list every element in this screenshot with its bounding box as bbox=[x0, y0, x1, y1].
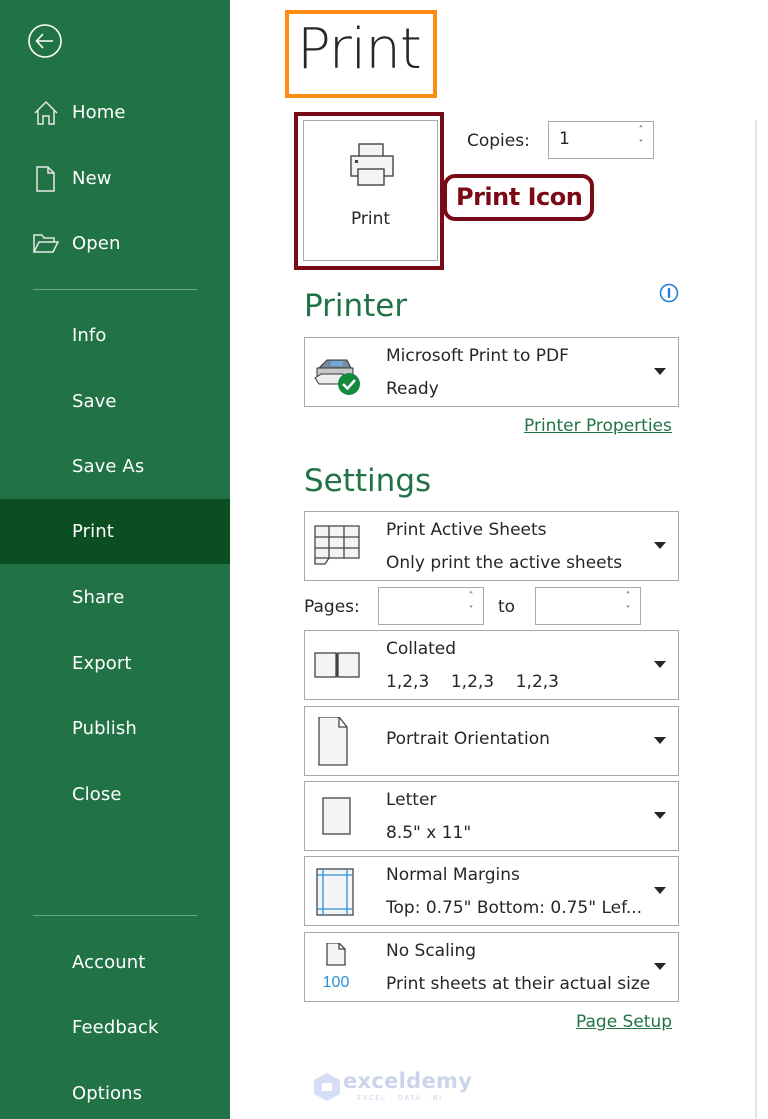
dropdown-caret-icon bbox=[654, 963, 666, 970]
folder-open-icon bbox=[32, 230, 60, 258]
collation-title: Collated bbox=[386, 639, 457, 659]
page-title: Print bbox=[297, 17, 422, 82]
annotation-text: Print Icon bbox=[456, 183, 583, 211]
backstage-sidebar: Home New Open Info Save Save As Print Sh… bbox=[0, 0, 230, 1119]
margins-title: Normal Margins bbox=[386, 865, 520, 885]
sidebar-item-feedback[interactable]: Feedback bbox=[0, 995, 230, 1060]
printer-name: Microsoft Print to PDF bbox=[386, 346, 569, 366]
copies-stepper[interactable]: 1 ˄ ˅ bbox=[548, 121, 654, 159]
collation-dropdown[interactable]: Collated 1,2,3 1,2,3 1,2,3 bbox=[304, 630, 679, 700]
no-scaling-icon: 100 bbox=[323, 943, 350, 991]
print-button-label: Print bbox=[350, 209, 391, 229]
stepper-arrows-icon[interactable]: ˄ ˅ bbox=[635, 124, 647, 152]
info-icon[interactable] bbox=[659, 283, 679, 303]
scaling-subtitle: Print sheets at their actual size bbox=[386, 974, 651, 994]
printer-properties-link[interactable]: Printer Properties bbox=[524, 416, 672, 436]
sidebar-item-save[interactable]: Save bbox=[0, 369, 230, 434]
sidebar-item-new[interactable]: New bbox=[0, 146, 230, 211]
orientation-title: Portrait Orientation bbox=[386, 729, 550, 749]
sidebar-item-label: Save bbox=[72, 391, 117, 412]
sidebar-item-label: Open bbox=[72, 233, 121, 254]
home-icon bbox=[32, 99, 60, 127]
sidebar-item-label: Print bbox=[72, 521, 114, 542]
pages-label: Pages: bbox=[304, 597, 360, 617]
printer-status: Ready bbox=[386, 379, 439, 399]
sidebar-item-print[interactable]: Print bbox=[0, 499, 230, 564]
dropdown-caret-icon bbox=[654, 737, 666, 744]
print-scope-dropdown[interactable]: Print Active Sheets Only print the activ… bbox=[304, 511, 679, 581]
print-button[interactable]: Print bbox=[303, 120, 438, 261]
copies-label: Copies: bbox=[467, 131, 530, 151]
pages-to-stepper[interactable]: ˄ ˅ bbox=[535, 587, 641, 625]
printer-ready-icon bbox=[314, 359, 360, 395]
sidebar-item-publish[interactable]: Publish bbox=[0, 696, 230, 761]
sidebar-item-label: Info bbox=[72, 325, 107, 346]
exceldemy-logo-icon bbox=[314, 1073, 340, 1101]
sidebar-item-label: Close bbox=[72, 784, 122, 805]
settings-heading: Settings bbox=[304, 463, 432, 499]
collation-subtitle: 1,2,3 1,2,3 1,2,3 bbox=[386, 672, 559, 692]
margins-subtitle: Top: 0.75" Bottom: 0.75" Lef... bbox=[386, 898, 643, 918]
stepper-arrows-icon[interactable]: ˄ ˅ bbox=[465, 590, 477, 618]
sidebar-item-label: Home bbox=[72, 102, 126, 123]
back-arrow-icon bbox=[28, 24, 62, 58]
sidebar-divider bbox=[33, 915, 197, 916]
sidebar-item-info[interactable]: Info bbox=[0, 303, 230, 368]
active-sheets-icon bbox=[314, 525, 360, 565]
preview-pane-divider bbox=[755, 120, 757, 1119]
margins-dropdown[interactable]: Normal Margins Top: 0.75" Bottom: 0.75" … bbox=[304, 856, 679, 926]
stepper-arrows-icon[interactable]: ˄ ˅ bbox=[622, 590, 634, 618]
print-scope-title: Print Active Sheets bbox=[386, 520, 547, 540]
sidebar-item-label: Account bbox=[72, 952, 146, 973]
sidebar-item-account[interactable]: Account bbox=[0, 930, 230, 995]
sidebar-item-label: Feedback bbox=[72, 1017, 159, 1038]
dropdown-caret-icon bbox=[654, 661, 666, 668]
watermark-name: exceldemy bbox=[343, 1069, 473, 1093]
sidebar-item-label: Share bbox=[72, 587, 125, 608]
sidebar-item-label: Options bbox=[72, 1083, 143, 1104]
sidebar-item-save-as[interactable]: Save As bbox=[0, 434, 230, 499]
pages-from-stepper[interactable]: ˄ ˅ bbox=[378, 587, 484, 625]
dropdown-caret-icon bbox=[654, 368, 666, 375]
portrait-page-icon bbox=[318, 717, 348, 766]
pages-to-label: to bbox=[498, 597, 516, 617]
watermark-tagline: EXCEL · DATA · BI bbox=[357, 1094, 443, 1102]
watermark: exceldemy EXCEL · DATA · BI bbox=[313, 1069, 472, 1106]
sidebar-item-label: New bbox=[72, 168, 112, 189]
printer-heading: Printer bbox=[304, 288, 408, 324]
letter-page-icon bbox=[322, 797, 351, 835]
sidebar-item-home[interactable]: Home bbox=[0, 80, 230, 145]
sidebar-item-label: Export bbox=[72, 653, 132, 674]
dropdown-caret-icon bbox=[654, 542, 666, 549]
scaling-dropdown[interactable]: 100 No Scaling Print sheets at their act… bbox=[304, 932, 679, 1002]
dropdown-caret-icon bbox=[654, 812, 666, 819]
sidebar-item-share[interactable]: Share bbox=[0, 565, 230, 630]
collated-icon bbox=[314, 652, 360, 678]
page-setup-link[interactable]: Page Setup bbox=[576, 1012, 672, 1032]
new-document-icon bbox=[32, 165, 60, 193]
back-button[interactable] bbox=[27, 23, 63, 59]
sidebar-divider bbox=[33, 289, 197, 290]
sidebar-item-options[interactable]: Options bbox=[0, 1061, 230, 1119]
sidebar-item-close[interactable]: Close bbox=[0, 762, 230, 827]
scaling-title: No Scaling bbox=[386, 941, 477, 961]
scaling-icon-text: 100 bbox=[323, 974, 350, 991]
orientation-dropdown[interactable]: Portrait Orientation bbox=[304, 706, 679, 776]
margins-icon bbox=[316, 868, 354, 916]
paper-size-title: Letter bbox=[386, 790, 437, 810]
sidebar-item-label: Publish bbox=[72, 718, 137, 739]
paper-size-dropdown[interactable]: Letter 8.5" x 11" bbox=[304, 781, 679, 851]
sidebar-item-open[interactable]: Open bbox=[0, 211, 230, 276]
paper-size-subtitle: 8.5" x 11" bbox=[386, 823, 472, 843]
copies-value: 1 bbox=[559, 129, 570, 149]
sidebar-item-label: Save As bbox=[72, 456, 145, 477]
sidebar-item-export[interactable]: Export bbox=[0, 631, 230, 696]
print-scope-subtitle: Only print the active sheets bbox=[386, 553, 623, 573]
printer-dropdown[interactable]: Microsoft Print to PDF Ready bbox=[304, 337, 679, 407]
printer-icon bbox=[350, 143, 394, 186]
print-icon-annotation: Print Icon bbox=[443, 174, 594, 221]
dropdown-caret-icon bbox=[654, 887, 666, 894]
